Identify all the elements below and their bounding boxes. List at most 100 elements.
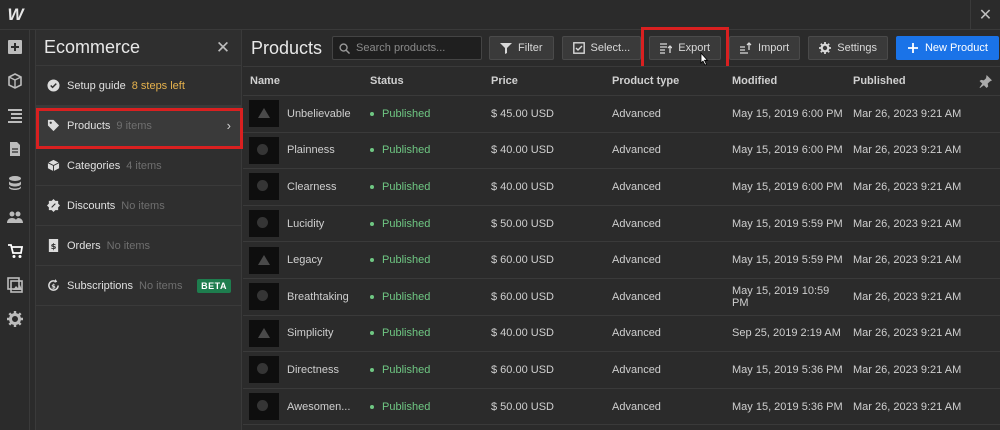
cell-product-type: Advanced [612,144,661,157]
pages-icon[interactable] [0,132,30,166]
settings-button[interactable]: Settings [808,36,888,60]
cell-status: Published [363,108,484,120]
gear-icon [819,42,832,54]
users-icon[interactable] [0,200,30,234]
status-text: Published [382,254,431,267]
cms-database-icon[interactable] [0,166,30,200]
cell-modified: May 15, 2019 6:00 PM [732,180,843,193]
cell-name: Breathtaking [243,283,363,311]
left-rail [0,30,30,430]
panel-title: Ecommerce [44,37,141,57]
search-input[interactable] [356,42,482,54]
table-row[interactable]: Plainness Published $ 40.00 USD Advanced May… [243,133,1000,170]
select-button-label: Select... [590,42,631,54]
panel-close-icon[interactable]: ✕ [213,38,233,58]
status-dot-icon [370,258,374,263]
table-row[interactable]: Clearness Published $ 40.00 USD Advanced May… [243,169,1000,206]
column-header-price[interactable]: Price [484,75,605,87]
nav-item-categories[interactable]: Categories 4 items [36,146,241,186]
table-body: Unbelievable Published $ 45.00 USD Advanced… [243,96,1000,426]
dollar-receipt-icon: $ [46,239,60,253]
product-thumbnail [249,356,279,384]
nav-item-setup-guide[interactable]: Setup guide 8 steps left [36,66,241,106]
tag-icon [46,119,60,133]
cell-status: Published [363,144,484,156]
table-header: Name Status Price Product type Modified … [243,66,1000,96]
column-header-product-type[interactable]: Product type [605,75,725,87]
svg-text:$: $ [51,282,56,290]
nav-meta: No items [121,199,165,212]
table-row[interactable]: Simplicity Published $ 40.00 USD Advanced Se… [243,316,1000,353]
products-toolbar: Products Filter Select... Export Import … [243,27,1000,69]
cell-price: $ 60.00 USD [491,363,554,376]
column-header-name[interactable]: Name [243,75,363,87]
products-main: Products Filter Select... Export Import … [243,27,1000,430]
table-row[interactable]: Awesomen... Published $ 50.00 USD Advanced M… [243,389,1000,426]
export-button[interactable]: Export [649,36,722,60]
cell-name: Legacy [243,246,363,274]
nav-meta: No items [106,239,151,252]
column-header-modified[interactable]: Modified [725,75,846,87]
status-text: Published [382,327,431,340]
nav-label: Setup guide [67,79,126,92]
product-name: Unbelievable [287,107,351,120]
new-product-button[interactable]: New Product [895,36,999,60]
nav-label: Orders [67,239,101,252]
navigator-icon[interactable] [0,98,30,132]
settings-gear-icon[interactable] [0,302,30,336]
product-thumbnail [249,283,279,311]
nav-item-orders[interactable]: $ Orders No items [36,226,241,266]
column-header-status[interactable]: Status [363,75,484,87]
product-thumbnail [249,100,279,128]
webflow-logo[interactable]: W [0,0,30,30]
cell-name: Unbelievable [243,100,363,128]
chevron-right-icon: › [226,118,231,133]
nav-item-discounts[interactable]: Discounts No items [36,186,241,226]
nav-label: Discounts [67,199,116,212]
cell-name: Directness [243,356,363,384]
product-thumbnail [249,393,279,421]
cell-published: Mar 26, 2023 9:21 AM [853,327,962,340]
pin-icon[interactable] [979,75,992,88]
ecommerce-cart-icon[interactable] [0,234,30,268]
import-icon [740,42,752,54]
nav-label: Subscriptions [67,279,134,292]
table-row[interactable]: Lucidity Published $ 50.00 USD Advanced May … [243,206,1000,243]
export-icon [660,43,673,54]
nav-item-subscriptions[interactable]: $ Subscriptions No items BETA [36,266,241,306]
nav-item-products[interactable]: Products 9 items › [36,106,241,146]
new-product-button-label: New Product [924,42,988,54]
table-row[interactable]: Legacy Published $ 60.00 USD Advanced May 15… [243,242,1000,279]
select-button[interactable]: Select... [561,36,642,60]
search-box [332,36,483,60]
assets-icon[interactable] [0,268,30,302]
cell-modified: May 15, 2019 6:00 PM [732,107,843,120]
cell-price: $ 60.00 USD [491,290,554,303]
import-button[interactable]: Import [729,36,801,60]
cell-status: Published [363,364,484,376]
product-thumbnail [249,136,279,164]
cell-status: Published [363,327,484,339]
status-dot-icon [370,184,374,189]
column-header-published[interactable]: Published [846,75,976,87]
cell-price: $ 60.00 USD [491,254,554,267]
product-thumbnail [249,319,279,347]
cell-product-type: Advanced [612,290,661,303]
table-row[interactable]: Unbelievable Published $ 45.00 USD Advanced… [243,96,1000,133]
add-panel-icon[interactable] [0,30,30,64]
cube-icon[interactable] [0,64,30,98]
filter-button[interactable]: Filter [489,36,554,60]
svg-text:$: $ [50,241,56,251]
nav-meta: 9 items [116,119,152,132]
status-text: Published [382,180,431,193]
close-icon[interactable]: ✕ [970,0,1000,30]
cell-published: Mar 26, 2023 9:21 AM [853,180,962,193]
cell-modified: May 15, 2019 5:36 PM [732,400,843,413]
table-row[interactable]: Directness Published $ 60.00 USD Advanced Ma… [243,352,1000,389]
product-name: Awesomen... [287,400,351,413]
table-row[interactable]: Breathtaking Published $ 60.00 USD Advanced… [243,279,1000,316]
nav-label: Products [67,119,111,132]
status-text: Published [382,363,431,376]
status-text: Published [382,144,431,157]
status-dot-icon [370,331,374,336]
